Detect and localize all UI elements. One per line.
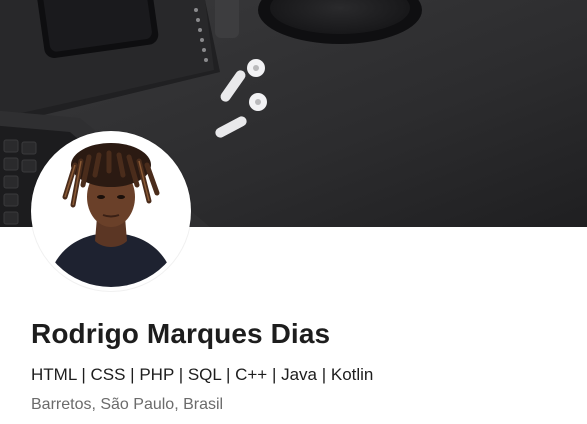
profile-photo-frame[interactable] xyxy=(31,131,191,291)
profile-card: Rodrigo Marques Dias HTML | CSS | PHP | … xyxy=(0,0,587,424)
profile-location: Barretos, São Paulo, Brasil xyxy=(31,396,224,413)
pen-shape xyxy=(215,0,239,38)
avatar[interactable] xyxy=(35,135,187,287)
profile-name: Rodrigo Marques Dias xyxy=(31,318,331,349)
profile-headline: HTML | CSS | PHP | SQL | C++ | Java | Ko… xyxy=(31,365,374,384)
